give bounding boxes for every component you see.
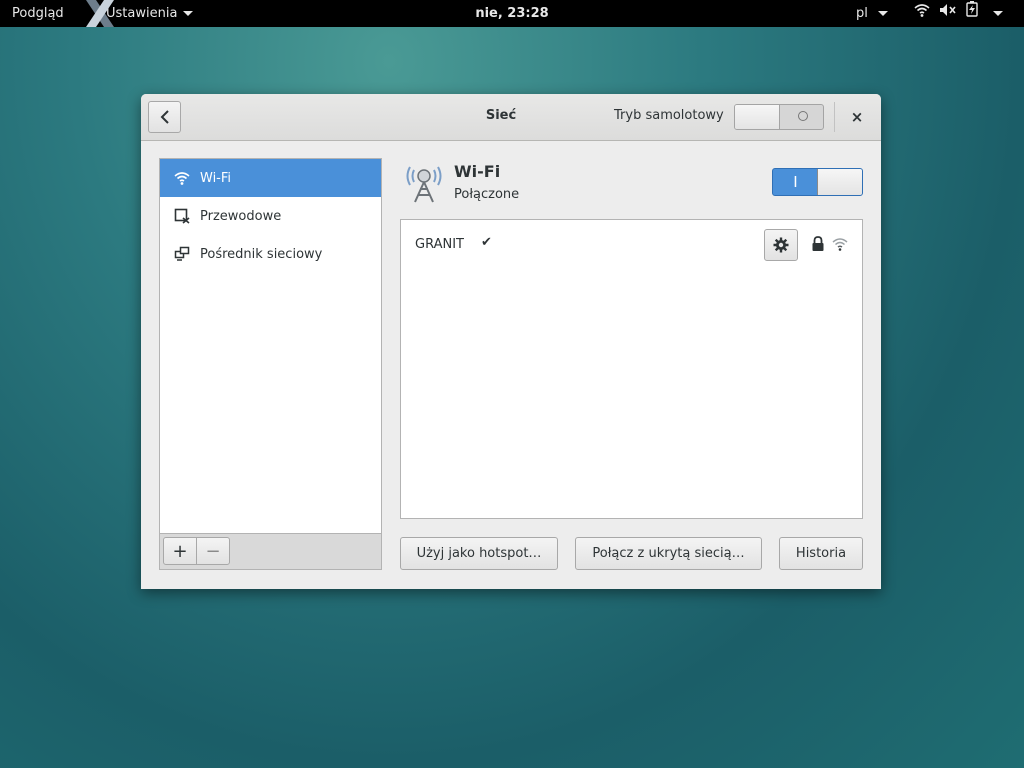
close-button[interactable]: ×	[845, 108, 869, 126]
volume-muted-icon	[939, 0, 957, 27]
network-ssid: GRANIT	[415, 237, 464, 252]
switch-knob	[735, 105, 780, 129]
sidebar-item-proxy[interactable]: Pośrednik sieciowy	[160, 235, 381, 273]
header-bar: Sieć Tryb samolotowy ×	[141, 94, 881, 141]
airplane-mode-switch[interactable]	[734, 104, 824, 130]
switch-knob	[817, 169, 862, 195]
wireless-antenna-icon	[403, 160, 445, 204]
sidebar-toolbar: + −	[160, 533, 381, 569]
network-settings-button[interactable]	[764, 229, 798, 261]
top-bar: Podgląd Ustawienia nie, 23:28 pl	[0, 0, 1024, 27]
device-name: Wi-Fi	[454, 162, 501, 181]
connect-hidden-network-button[interactable]: Połącz z ukrytą siecią…	[575, 537, 762, 570]
sidebar-item-wifi[interactable]: Wi-Fi	[160, 159, 381, 197]
switch-on-label: I	[793, 173, 798, 191]
lock-icon	[811, 236, 825, 252]
gear-icon	[773, 237, 789, 253]
sidebar-item-wired[interactable]: Przewodowe	[160, 197, 381, 235]
device-status: Połączone	[454, 187, 520, 202]
switch-off-icon	[798, 111, 808, 121]
connected-check-icon: ✔	[481, 235, 492, 250]
language-caret-icon	[878, 11, 889, 16]
sidebar-item-label: Przewodowe	[200, 208, 282, 224]
language-label: pl	[856, 6, 868, 21]
signal-strength-icon	[832, 236, 848, 252]
sidebar-item-label: Pośrednik sieciowy	[200, 246, 323, 262]
history-button[interactable]: Historia	[779, 537, 863, 570]
system-status-area[interactable]	[914, 0, 1003, 27]
network-row[interactable]: GRANIT ✔	[401, 220, 862, 270]
header-separator	[834, 102, 835, 132]
system-menu-caret-icon	[993, 11, 1003, 16]
network-list: GRANIT ✔	[400, 219, 863, 519]
add-connection-button[interactable]: +	[163, 537, 197, 565]
remove-connection-button[interactable]: −	[196, 537, 230, 565]
keyboard-layout-indicator[interactable]: pl	[856, 0, 889, 27]
use-as-hotspot-button[interactable]: Użyj jako hotspot…	[400, 537, 558, 570]
wifi-icon	[174, 170, 190, 186]
network-settings-window: Sieć Tryb samolotowy × Wi-Fi Przewodowe …	[141, 94, 881, 589]
wired-disconnected-icon	[174, 208, 190, 224]
device-sidebar: Wi-Fi Przewodowe Pośrednik sieciowy + −	[159, 158, 382, 570]
proxy-icon	[174, 246, 190, 262]
sidebar-item-label: Wi-Fi	[200, 170, 232, 186]
wifi-power-switch[interactable]: I	[772, 168, 863, 196]
airplane-mode-label: Tryb samolotowy	[614, 108, 724, 123]
wifi-icon	[914, 0, 930, 27]
battery-charging-icon	[966, 0, 978, 27]
